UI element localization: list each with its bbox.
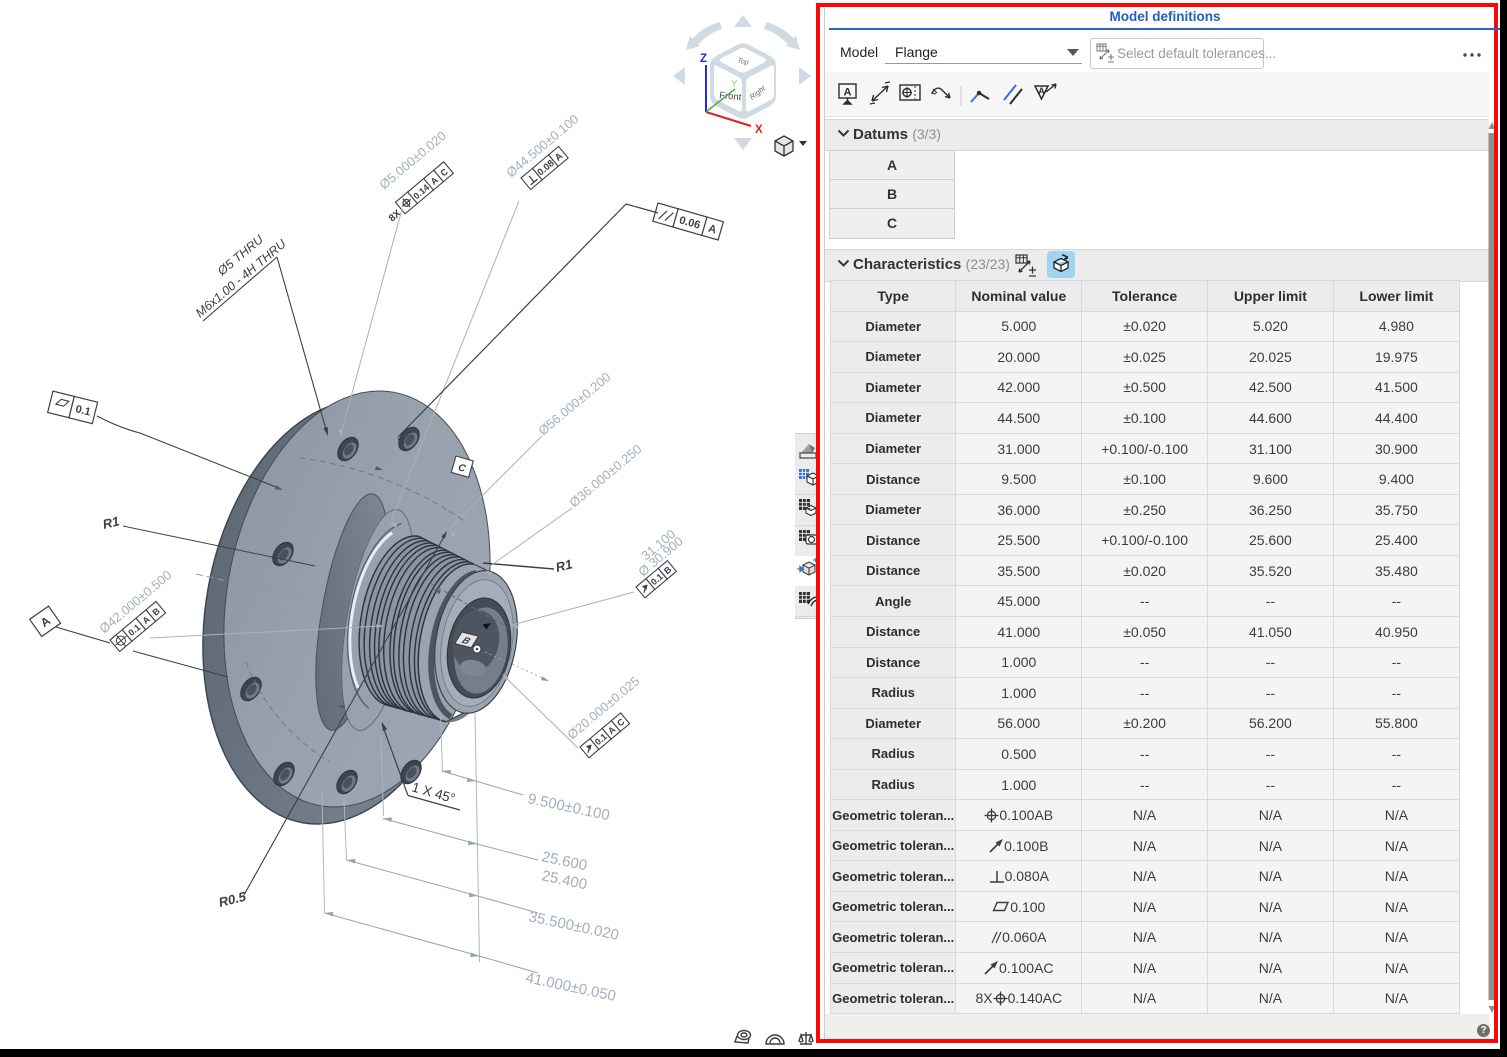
- svg-text:X: X: [755, 124, 763, 136]
- svg-text:41.000±0.050: 41.000±0.050: [524, 969, 617, 1005]
- svg-text:R0.5: R0.5: [217, 889, 248, 910]
- svg-text:Y: Y: [731, 79, 738, 90]
- svg-text:9.500±0.100: 9.500±0.100: [526, 790, 611, 824]
- svg-text:Ø36.000±0.250: Ø36.000±0.250: [566, 441, 644, 510]
- svg-text:Ø56.000±0.200: Ø56.000±0.200: [535, 369, 613, 438]
- svg-text:Z: Z: [700, 53, 707, 65]
- svg-text:R1: R1: [554, 556, 574, 575]
- svg-text:35.500±0.020: 35.500±0.020: [527, 908, 620, 944]
- svg-text:R1: R1: [101, 513, 121, 532]
